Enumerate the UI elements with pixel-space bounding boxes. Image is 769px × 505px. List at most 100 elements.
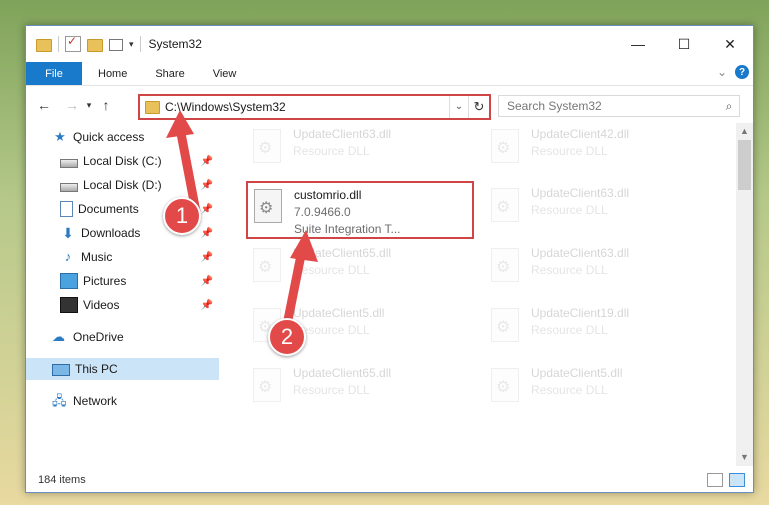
new-folder-icon[interactable]	[87, 38, 103, 52]
nav-local-disk-d[interactable]: Local Disk (D:) 📌	[26, 174, 219, 196]
pin-icon[interactable]: 📌	[201, 276, 213, 287]
tab-share[interactable]: Share	[141, 62, 198, 85]
cloud-icon: ☁	[52, 329, 65, 344]
file-item[interactable]: UpdateClient19.dll Resource DLL	[491, 305, 721, 361]
chevron-down-icon[interactable]: ▾	[129, 39, 134, 50]
file-item[interactable]: UpdateClient42.dll Resource DLL	[491, 126, 721, 182]
up-button[interactable]: ↑	[96, 97, 116, 113]
pin-icon[interactable]: 📌	[201, 300, 213, 311]
separator	[139, 36, 141, 52]
file-item-highlighted[interactable]: customrio.dll 7.0.9466.0 Suite Integrati…	[246, 181, 474, 239]
help-icon[interactable]: ?	[735, 65, 749, 79]
details-view-icon[interactable]	[707, 473, 723, 487]
file-type: Resource DLL	[531, 203, 608, 217]
dll-file-icon	[253, 248, 281, 282]
separator	[58, 36, 59, 52]
pin-icon[interactable]: 📌	[201, 228, 213, 239]
drive-icon	[60, 182, 78, 192]
folder-icon	[145, 100, 160, 114]
nav-quick-access[interactable]: ★ Quick access	[26, 126, 219, 148]
customize-icon[interactable]	[109, 39, 123, 51]
file-item[interactable]: UpdateClient63.dll Resource DLL	[491, 245, 721, 301]
pin-icon[interactable]: 📌	[201, 156, 213, 167]
ribbon-tabs: File Home Share View ⌄ ?	[26, 62, 753, 86]
nav-label: Quick access	[73, 130, 145, 144]
file-item[interactable]: UpdateClient5.dll Resource DLL	[491, 365, 721, 421]
scrollbar-thumb[interactable]	[738, 140, 751, 190]
navigation-pane: ★ Quick access Local Disk (C:) 📌 Local D…	[26, 123, 219, 463]
file-type: Resource DLL	[293, 383, 370, 397]
file-name: UpdateClient65.dll	[293, 246, 392, 260]
scroll-up-icon[interactable]: ▲	[736, 123, 753, 140]
file-type: Resource DLL	[293, 144, 370, 158]
scroll-down-icon[interactable]: ▼	[736, 449, 753, 466]
nav-videos[interactable]: Videos 📌	[26, 294, 219, 316]
item-count: 184 items	[38, 474, 86, 486]
dll-file-icon	[253, 368, 281, 402]
title-bar: ▾ System32 — ☐ ✕	[26, 26, 753, 62]
file-name: UpdateClient19.dll	[531, 306, 630, 320]
tab-view[interactable]: View	[199, 62, 251, 85]
status-bar: 184 items	[26, 468, 753, 492]
computer-icon	[52, 364, 70, 376]
file-description: Suite Integration T...	[294, 222, 401, 236]
tiles-view-icon[interactable]	[729, 473, 745, 487]
dll-file-icon	[254, 189, 282, 223]
pin-icon[interactable]: 📌	[201, 252, 213, 263]
dll-file-icon	[253, 129, 281, 163]
nav-label: OneDrive	[73, 330, 124, 344]
tab-file[interactable]: File	[26, 62, 82, 85]
file-name: UpdateClient63.dll	[531, 246, 630, 260]
recent-locations-button[interactable]: ▾	[82, 100, 96, 111]
minimize-button[interactable]: —	[615, 26, 661, 62]
dll-file-icon	[491, 129, 519, 163]
tab-home[interactable]: Home	[82, 62, 141, 85]
nav-label: Downloads	[81, 226, 141, 240]
file-item[interactable]: UpdateClient65.dll Resource DLL	[253, 245, 483, 301]
file-type: Resource DLL	[531, 323, 608, 337]
search-box[interactable]: Search System32 ⌕	[498, 95, 740, 117]
file-name: UpdateClient5.dll	[531, 366, 623, 380]
pin-icon[interactable]: 📌	[201, 180, 213, 191]
file-type: Resource DLL	[531, 383, 608, 397]
file-type: Resource DLL	[531, 144, 608, 158]
address-path[interactable]: C:\Windows\System32	[165, 100, 449, 114]
step-badge-1: 1	[163, 197, 201, 235]
nav-pictures[interactable]: Pictures 📌	[26, 270, 219, 292]
pictures-icon	[60, 273, 78, 289]
search-icon: ⌕	[725, 98, 733, 113]
refresh-icon[interactable]: ↻	[468, 96, 489, 118]
chevron-down-icon[interactable]: ⌄	[449, 96, 468, 118]
nav-label: Local Disk (C:)	[83, 154, 162, 168]
file-name: customrio.dll	[294, 188, 362, 202]
back-button[interactable]: ←	[34, 97, 54, 113]
file-item[interactable]: UpdateClient63.dll Resource DLL	[253, 126, 483, 182]
nav-onedrive[interactable]: ☁ OneDrive	[26, 326, 219, 348]
nav-label: This PC	[75, 362, 118, 376]
vertical-scrollbar[interactable]: ▲ ▼	[736, 123, 753, 466]
downloads-icon: ⬇	[62, 225, 74, 241]
nav-music[interactable]: ♪ Music 📌	[26, 246, 219, 268]
file-type: Resource DLL	[293, 263, 370, 277]
maximize-button[interactable]: ☐	[661, 26, 707, 62]
forward-button[interactable]: →	[62, 97, 82, 113]
file-list: UpdateClient63.dll Resource DLL customrio…	[223, 123, 733, 463]
window-controls: — ☐ ✕	[615, 26, 753, 62]
dll-file-icon	[491, 188, 519, 222]
drive-icon	[60, 158, 78, 168]
folder-icon[interactable]	[36, 38, 52, 52]
search-input[interactable]: Search System32	[499, 99, 719, 113]
nav-this-pc[interactable]: This PC	[26, 358, 219, 380]
file-item[interactable]: UpdateClient65.dll Resource DLL	[253, 365, 483, 421]
nav-network[interactable]: 🖧 Network	[26, 390, 219, 412]
file-item[interactable]: UpdateClient63.dll Resource DLL	[491, 185, 721, 241]
properties-icon[interactable]	[65, 34, 81, 52]
nav-local-disk-c[interactable]: Local Disk (C:) 📌	[26, 150, 219, 172]
videos-icon	[60, 297, 78, 313]
expand-ribbon-icon[interactable]: ⌄	[717, 65, 727, 79]
nav-label: Music	[81, 250, 113, 264]
close-button[interactable]: ✕	[707, 26, 753, 62]
file-version: 7.0.9466.0	[294, 205, 351, 219]
pin-icon[interactable]: 📌	[201, 204, 213, 215]
address-bar[interactable]: C:\Windows\System32 ⌄ ↻	[138, 94, 491, 120]
